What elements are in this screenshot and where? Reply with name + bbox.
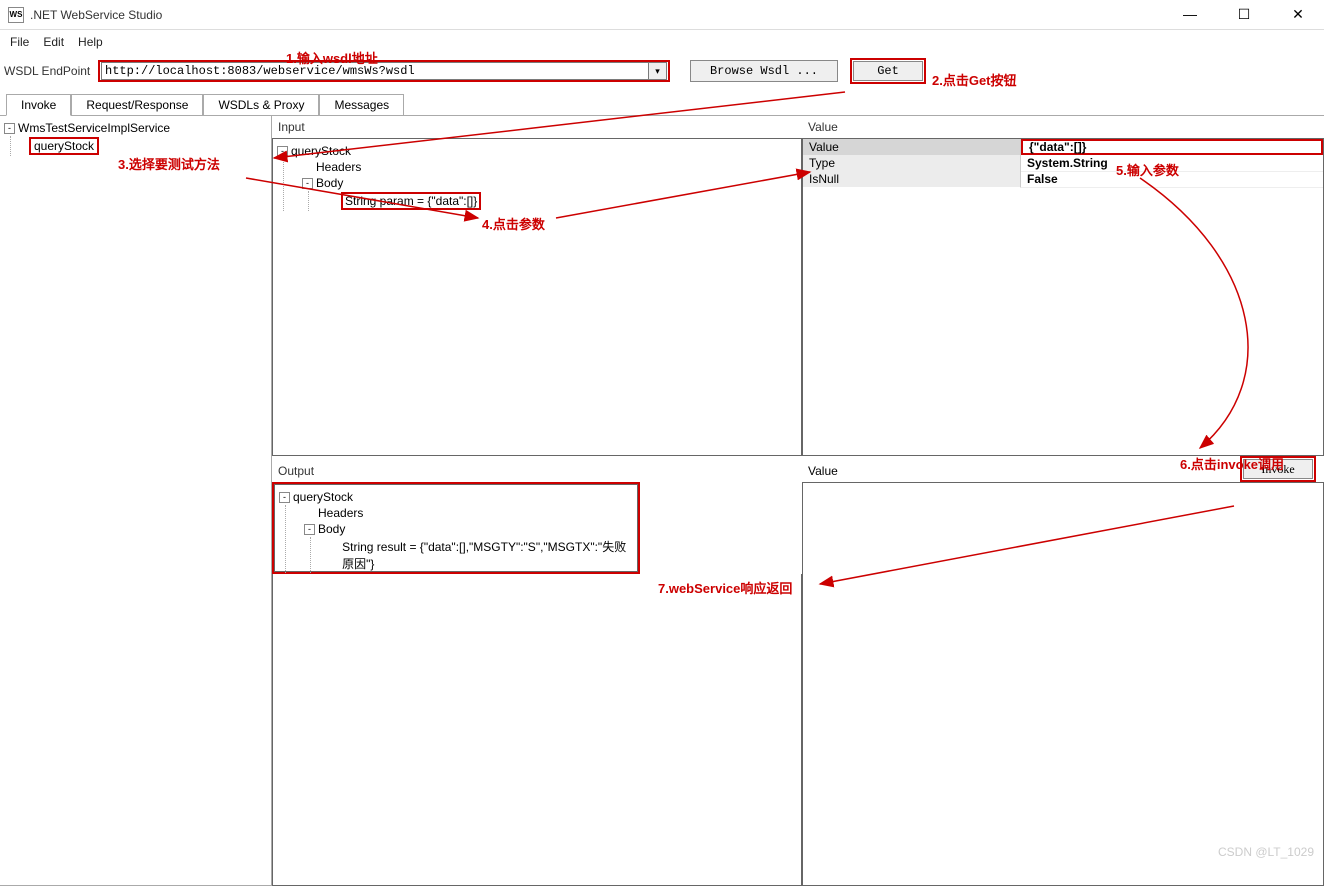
tab-invoke[interactable]: Invoke bbox=[6, 94, 71, 116]
menu-file[interactable]: File bbox=[10, 35, 29, 49]
input-param[interactable]: String param = {"data":[]} bbox=[327, 191, 797, 211]
output-body[interactable]: - Body bbox=[304, 521, 633, 537]
output-tree: - queryStock Headers - Body bbox=[274, 484, 638, 572]
prop-key-isnull: IsNull bbox=[803, 171, 1021, 188]
tab-request-response[interactable]: Request/Response bbox=[71, 94, 203, 115]
tree-method[interactable]: queryStock bbox=[29, 136, 267, 156]
prop-row-isnull[interactable]: IsNull False bbox=[803, 171, 1323, 187]
annotation-4: 4.点击参数 bbox=[482, 214, 545, 233]
titlebar: WS .NET WebService Studio ― ☐ ✕ bbox=[0, 0, 1324, 30]
output-section: Output - queryStock Headers - B bbox=[272, 460, 802, 886]
close-button[interactable]: ✕ bbox=[1280, 6, 1316, 23]
annotation-1: 1.输入wsdl地址 bbox=[286, 48, 378, 67]
input-root-label: queryStock bbox=[291, 144, 351, 158]
prop-key-type: Type bbox=[803, 155, 1021, 172]
endpoint-input-highlight: ▾ bbox=[98, 60, 670, 82]
tree-root[interactable]: - WmsTestServiceImplService bbox=[4, 120, 267, 136]
input-param-label: String param = {"data":[]} bbox=[345, 194, 477, 208]
output-result-label: String result = {"data":[],"MSGTY":"S","… bbox=[342, 538, 633, 572]
input-pane: Input - queryStock Headers - Body bbox=[272, 116, 802, 456]
prop-row-type[interactable]: Type System.String bbox=[803, 155, 1323, 171]
input-headers[interactable]: Headers bbox=[302, 159, 797, 175]
output-header: Output bbox=[272, 460, 802, 482]
collapse-icon[interactable]: - bbox=[302, 178, 313, 189]
output-headers-label: Headers bbox=[318, 506, 363, 520]
annotation-3: 3.选择要测试方法 bbox=[118, 154, 220, 173]
output-lower-empty bbox=[272, 574, 802, 886]
tree-root-label: WmsTestServiceImplService bbox=[18, 121, 170, 135]
watermark: CSDN @LT_1029 bbox=[1218, 845, 1314, 859]
annotation-5: 5.输入参数 bbox=[1116, 160, 1179, 179]
output-highlight: - queryStock Headers - Body bbox=[272, 482, 640, 574]
menubar: File Edit Help bbox=[0, 30, 1324, 54]
menu-edit[interactable]: Edit bbox=[43, 35, 64, 49]
annotation-7: 7.webService响应返回 bbox=[658, 578, 792, 597]
input-root[interactable]: - queryStock bbox=[277, 143, 797, 159]
endpoint-dropdown-icon[interactable]: ▾ bbox=[649, 62, 667, 80]
output-root-label: queryStock bbox=[293, 490, 353, 504]
tabs-row: Invoke Request/Response WSDLs & Proxy Me… bbox=[0, 94, 1324, 116]
output-headers[interactable]: Headers bbox=[304, 505, 633, 521]
prop-key-value: Value bbox=[803, 139, 1021, 156]
get-button[interactable]: Get bbox=[853, 61, 923, 81]
app-icon: WS bbox=[8, 7, 24, 23]
browse-wsdl-button[interactable]: Browse Wsdl ... bbox=[690, 60, 838, 82]
collapse-icon[interactable]: - bbox=[304, 524, 315, 535]
output-root[interactable]: - queryStock bbox=[279, 489, 633, 505]
value-header: Value bbox=[802, 116, 1324, 138]
input-headers-label: Headers bbox=[316, 160, 361, 174]
endpoint-label: WSDL EndPoint bbox=[2, 64, 92, 78]
prop-val-value[interactable]: {"data":[]} bbox=[1021, 139, 1323, 155]
value-lower-pane bbox=[802, 482, 1324, 886]
collapse-icon[interactable]: - bbox=[277, 146, 288, 157]
prop-row-value[interactable]: Value {"data":[]} bbox=[803, 139, 1323, 155]
value-lower-header: Value bbox=[808, 464, 838, 478]
service-tree-pane: - WmsTestServiceImplService queryStock bbox=[0, 116, 272, 886]
input-tree: - queryStock Headers - Body bbox=[272, 138, 802, 456]
workspace: - WmsTestServiceImplService queryStock I… bbox=[0, 116, 1324, 886]
collapse-icon[interactable]: - bbox=[4, 123, 15, 134]
value-pane: Value Value {"data":[]} Type System.Stri… bbox=[802, 116, 1324, 456]
menu-help[interactable]: Help bbox=[78, 35, 103, 49]
tab-wsdls-proxy[interactable]: WSDLs & Proxy bbox=[203, 94, 319, 115]
input-body[interactable]: - Body bbox=[302, 175, 797, 191]
annotation-2: 2.点击Get按钮 bbox=[932, 70, 1017, 89]
output-body-label: Body bbox=[318, 522, 345, 536]
minimize-button[interactable]: ― bbox=[1172, 6, 1208, 23]
endpoint-row: WSDL EndPoint ▾ Browse Wsdl ... Get bbox=[0, 54, 1324, 94]
tree-method-label: queryStock bbox=[34, 139, 94, 153]
tab-messages[interactable]: Messages bbox=[319, 94, 404, 115]
maximize-button[interactable]: ☐ bbox=[1226, 6, 1262, 23]
input-param-highlight: String param = {"data":[]} bbox=[341, 192, 481, 210]
collapse-icon[interactable]: - bbox=[279, 492, 290, 503]
right-column: Value Value {"data":[]} Type System.Stri… bbox=[802, 116, 1324, 886]
output-result[interactable]: String result = {"data":[],"MSGTY":"S","… bbox=[329, 537, 633, 573]
input-body-label: Body bbox=[316, 176, 343, 190]
property-grid: Value {"data":[]} Type System.String IsN… bbox=[802, 138, 1324, 456]
window-title: .NET WebService Studio bbox=[30, 8, 1172, 22]
get-button-highlight: Get bbox=[850, 58, 926, 84]
input-header: Input bbox=[272, 116, 802, 138]
tree-method-highlight: queryStock bbox=[29, 137, 99, 155]
annotation-6: 6.点击invoke调用 bbox=[1180, 454, 1284, 473]
